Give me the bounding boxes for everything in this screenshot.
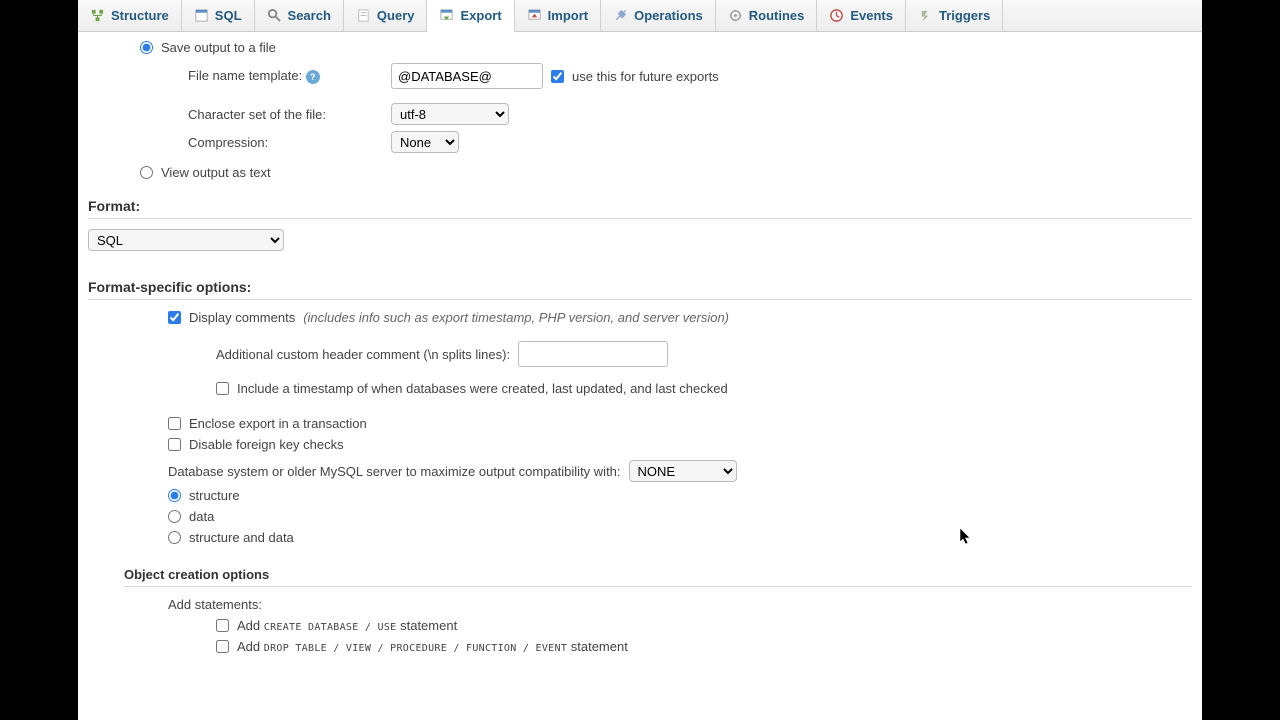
additional-header-label: Additional custom header comment (\n spl… xyxy=(216,347,510,362)
tab-structure[interactable]: Structure xyxy=(78,0,182,31)
operations-icon xyxy=(613,8,628,23)
tab-export[interactable]: Export xyxy=(427,0,514,32)
include-timestamp-checkbox[interactable] xyxy=(216,382,229,395)
tab-label: SQL xyxy=(215,8,242,23)
future-exports-label: use this for future exports xyxy=(572,69,719,84)
tab-routines[interactable]: Routines xyxy=(716,0,818,31)
add-create-db-label: Add CREATE DATABASE / USE statement xyxy=(237,618,457,633)
tab-events[interactable]: Events xyxy=(817,0,906,31)
search-icon xyxy=(267,8,282,23)
tab-operations[interactable]: Operations xyxy=(601,0,716,31)
future-exports-checkbox[interactable] xyxy=(551,70,564,83)
tab-label: Search xyxy=(288,8,331,23)
enclose-transaction-checkbox[interactable] xyxy=(168,417,181,430)
tab-label: Operations xyxy=(634,8,703,23)
format-header: Format: xyxy=(88,198,1192,219)
events-icon xyxy=(829,8,844,23)
dump-data-radio[interactable] xyxy=(168,510,181,523)
dump-data-label: data xyxy=(189,509,214,524)
tab-import[interactable]: Import xyxy=(515,0,601,31)
tab-query[interactable]: Query xyxy=(344,0,428,31)
format-specific-header: Format-specific options: xyxy=(88,279,1192,300)
tab-label: Structure xyxy=(111,8,169,23)
filename-template-label: File name template: ? xyxy=(188,68,383,84)
tab-search[interactable]: Search xyxy=(255,0,344,31)
object-creation-header: Object creation options xyxy=(124,567,1192,587)
tab-triggers[interactable]: Triggers xyxy=(906,0,1003,31)
output-save-to-file-label: Save output to a file xyxy=(161,40,276,55)
output-view-as-text-radio[interactable] xyxy=(140,166,153,179)
dump-both-label: structure and data xyxy=(189,530,294,545)
help-icon[interactable]: ? xyxy=(306,70,320,84)
compat-select[interactable]: NONE xyxy=(629,460,737,482)
output-save-to-file-radio[interactable] xyxy=(140,41,153,54)
output-view-as-text-label: View output as text xyxy=(161,165,271,180)
export-icon xyxy=(439,8,454,23)
additional-header-input[interactable] xyxy=(518,341,668,367)
disable-fk-label: Disable foreign key checks xyxy=(189,437,344,452)
include-timestamp-label: Include a timestamp of when databases we… xyxy=(237,381,728,396)
dump-structure-label: structure xyxy=(189,488,240,503)
query-icon xyxy=(356,8,371,23)
display-comments-checkbox[interactable] xyxy=(168,311,181,324)
display-comments-note: (includes info such as export timestamp,… xyxy=(303,310,729,325)
tab-sql[interactable]: SQL xyxy=(182,0,255,31)
tab-label: Routines xyxy=(749,8,805,23)
charset-label: Character set of the file: xyxy=(188,107,383,122)
compat-label: Database system or older MySQL server to… xyxy=(168,464,621,479)
tab-bar: Structure SQL Search Query Export Import… xyxy=(78,0,1202,32)
add-drop-checkbox[interactable] xyxy=(216,640,229,653)
routines-icon xyxy=(728,8,743,23)
dump-both-radio[interactable] xyxy=(168,531,181,544)
tab-label: Events xyxy=(850,8,893,23)
compression-label: Compression: xyxy=(188,135,383,150)
enclose-transaction-label: Enclose export in a transaction xyxy=(189,416,367,431)
structure-icon xyxy=(90,8,105,23)
tab-label: Query xyxy=(377,8,415,23)
tab-label: Triggers xyxy=(939,8,990,23)
tab-label: Import xyxy=(548,8,588,23)
compression-select[interactable]: None xyxy=(391,131,459,153)
sql-icon xyxy=(194,8,209,23)
triggers-icon xyxy=(918,8,933,23)
display-comments-label: Display comments xyxy=(189,310,295,325)
tab-label: Export xyxy=(460,8,501,23)
charset-select[interactable]: utf-8 xyxy=(391,103,509,125)
disable-fk-checkbox[interactable] xyxy=(168,438,181,451)
add-create-db-checkbox[interactable] xyxy=(216,619,229,632)
filename-template-input[interactable] xyxy=(391,63,543,89)
dump-structure-radio[interactable] xyxy=(168,489,181,502)
add-drop-label: Add DROP TABLE / VIEW / PROCEDURE / FUNC… xyxy=(237,639,628,654)
format-select[interactable]: SQL xyxy=(88,229,284,251)
import-icon xyxy=(527,8,542,23)
add-statements-label: Add statements: xyxy=(168,597,262,612)
